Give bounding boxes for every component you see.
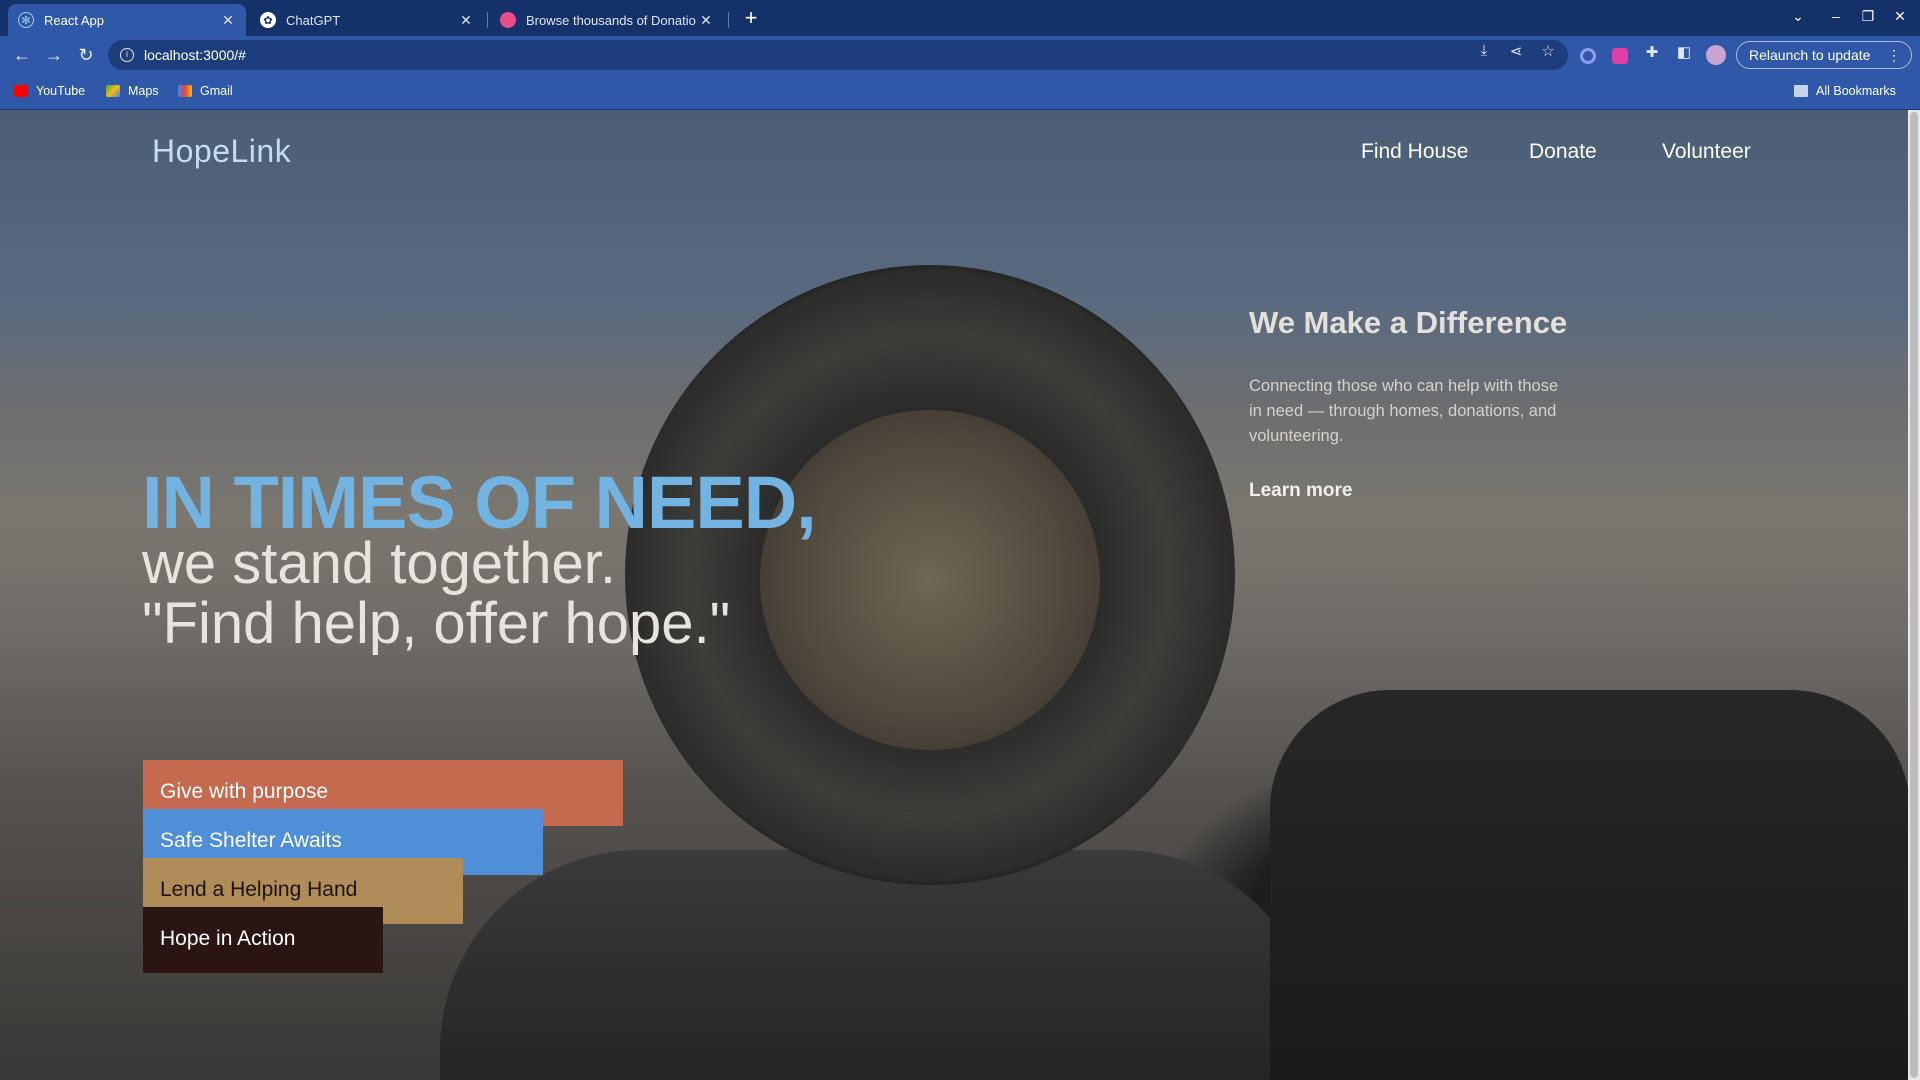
tab-browse-donations[interactable]: Browse thousands of Donatio ✕	[490, 4, 724, 36]
bookmark-maps[interactable]: Maps	[106, 84, 159, 98]
relaunch-label: Relaunch to update	[1749, 47, 1871, 63]
nav-find-house[interactable]: Find House	[1361, 140, 1468, 164]
profile-avatar[interactable]	[1706, 45, 1726, 65]
extensions-puzzle-icon[interactable]: ✚	[1642, 43, 1662, 61]
close-icon[interactable]: ✕	[698, 12, 714, 29]
more-menu-icon[interactable]: ⋮	[1887, 42, 1901, 68]
tab-strip: ✻ React App ✕ ✿ ChatGPT ✕ Browse thousan…	[0, 0, 1920, 36]
bookmark-gmail[interactable]: Gmail	[178, 84, 233, 98]
extension-circle-icon[interactable]	[1580, 48, 1596, 64]
youtube-icon	[14, 85, 28, 97]
page-scrollbar[interactable]	[1908, 110, 1920, 1080]
close-icon[interactable]: ✕	[220, 12, 236, 29]
maps-icon	[106, 85, 120, 97]
folder-icon	[1794, 85, 1808, 97]
nav-donate[interactable]: Donate	[1529, 140, 1597, 164]
site-info-icon[interactable]: i	[120, 48, 134, 62]
side-heading: We Make a Difference	[1249, 305, 1568, 340]
url-text: localhost:3000/#	[144, 47, 246, 63]
scrollbar-thumb[interactable]	[1910, 112, 1918, 1078]
bookmark-label: Maps	[128, 84, 159, 98]
tab-divider	[487, 12, 488, 28]
side-description: Connecting those who can help with those…	[1249, 377, 1559, 445]
page-viewport: HopeLink Find House Donate Volunteer IN …	[0, 110, 1908, 1080]
extension-video-icon[interactable]	[1612, 48, 1628, 64]
tab-title: React App	[44, 12, 104, 28]
pill-label: Lend a Helping Hand	[160, 878, 358, 901]
address-bar[interactable]: i localhost:3000/#	[108, 40, 1568, 70]
new-tab-button[interactable]: +	[738, 6, 764, 32]
chatgpt-icon: ✿	[260, 12, 276, 28]
site-logo[interactable]: HopeLink	[152, 133, 291, 170]
dribbble-icon	[500, 12, 516, 28]
pill-hope-in-action[interactable]: Hope in Action	[143, 907, 383, 973]
pill-label: Safe Shelter Awaits	[160, 829, 342, 852]
bookmarks-bar: YouTube Maps Gmail All Bookmarks	[0, 74, 1920, 110]
browser-toolbar: ← → ↻ i localhost:3000/# ⤓ ⋖ ☆ ✚ ◧ Relau…	[0, 36, 1920, 74]
hero-line-1: we stand together.	[142, 531, 616, 596]
tire-pile-image	[1270, 690, 1908, 1080]
tab-search-icon[interactable]: ⌄	[1786, 8, 1810, 25]
restore-button[interactable]: ❐	[1856, 8, 1880, 25]
pill-label: Hope in Action	[160, 927, 296, 950]
tire-stack-image	[440, 850, 1320, 1080]
react-icon: ✻	[18, 12, 34, 28]
close-window-button[interactable]: ✕	[1888, 8, 1912, 25]
tab-chatgpt[interactable]: ✿ ChatGPT ✕	[250, 4, 484, 36]
close-icon[interactable]: ✕	[458, 12, 474, 29]
bookmark-label: Gmail	[200, 84, 233, 98]
learn-more-link[interactable]: Learn more	[1249, 480, 1352, 502]
side-panel-icon[interactable]: ◧	[1674, 43, 1694, 61]
pill-label: Give with purpose	[160, 780, 329, 803]
relaunch-button[interactable]: Relaunch to update ⋮	[1736, 41, 1912, 69]
forward-button[interactable]: →	[42, 44, 66, 66]
all-bookmarks-label: All Bookmarks	[1816, 84, 1896, 98]
reload-button[interactable]: ↻	[74, 44, 98, 66]
tab-react-app[interactable]: ✻ React App ✕	[8, 4, 246, 36]
install-app-icon[interactable]: ⤓	[1474, 42, 1494, 59]
minimize-button[interactable]: –	[1824, 8, 1848, 24]
bookmark-label: YouTube	[36, 84, 86, 98]
tab-divider	[728, 12, 729, 28]
nav-volunteer[interactable]: Volunteer	[1662, 140, 1751, 164]
bookmark-youtube[interactable]: YouTube	[14, 84, 85, 98]
back-button[interactable]: ←	[10, 44, 34, 66]
tab-title: ChatGPT	[286, 12, 341, 28]
bookmark-star-icon[interactable]: ☆	[1538, 42, 1558, 60]
hero-line-2: "Find help, offer hope."	[142, 591, 731, 656]
gmail-icon	[178, 85, 192, 97]
all-bookmarks[interactable]: All Bookmarks	[1794, 84, 1896, 98]
share-icon[interactable]: ⋖	[1506, 42, 1526, 60]
tab-title: Browse thousands of Donatio	[526, 12, 696, 28]
